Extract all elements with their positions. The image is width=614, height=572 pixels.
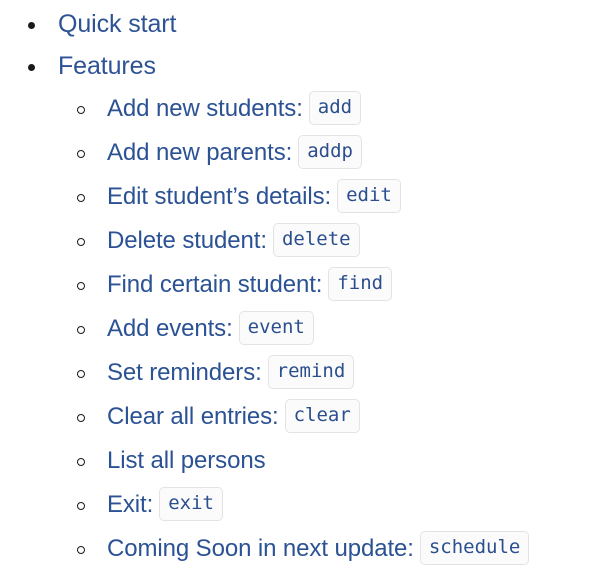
list-item: Edit student’s details: edit <box>0 175 614 219</box>
circle-bullet-icon <box>77 414 85 422</box>
list-item: Set reminders: remind <box>0 351 614 395</box>
command-code-exit: exit <box>159 487 223 521</box>
command-code-find: find <box>328 267 393 301</box>
list-item: Exit: exit <box>0 483 614 527</box>
command-code-schedule: schedule <box>419 531 530 565</box>
circle-bullet-icon <box>77 194 85 202</box>
feature-link-edit-student-details[interactable]: Edit student’s details: <box>107 183 331 210</box>
feature-link-add-new-parents[interactable]: Add new parents: <box>107 139 292 166</box>
command-code-remind: remind <box>267 355 355 389</box>
circle-bullet-icon <box>77 150 85 158</box>
features-sublist: Add new students: add Add new parents: add… <box>0 87 614 571</box>
command-code-event: event <box>238 311 314 345</box>
command-code-addp: addp <box>298 135 362 169</box>
outline-link-quick-start[interactable]: Quick start <box>58 10 176 38</box>
feature-link-clear-all-entries[interactable]: Clear all entries: <box>107 403 279 430</box>
list-item: Add new parents: addp <box>0 131 614 175</box>
circle-bullet-icon <box>77 370 85 378</box>
circle-bullet-icon <box>77 502 85 510</box>
command-code-add: add <box>308 91 362 125</box>
list-item: Add new students: add <box>0 87 614 131</box>
feature-link-find-certain-student[interactable]: Find certain student: <box>107 271 322 298</box>
circle-bullet-icon <box>77 546 85 554</box>
list-item: Features <box>0 45 614 87</box>
list-item: Delete student: delete <box>0 219 614 263</box>
feature-link-exit[interactable]: Exit: <box>107 491 153 518</box>
disc-bullet-icon <box>28 22 35 29</box>
feature-link-add-events[interactable]: Add events: <box>107 315 233 342</box>
feature-link-list-all-persons[interactable]: List all persons <box>107 447 266 474</box>
command-code-clear: clear <box>284 399 360 433</box>
sublist-container: Add new students: add Add new parents: add… <box>0 87 614 571</box>
circle-bullet-icon <box>77 326 85 334</box>
circle-bullet-icon <box>77 238 85 246</box>
outline-list: Quick start Features Add new students: ad… <box>0 3 614 572</box>
list-item: Add events: event <box>0 307 614 351</box>
feature-link-add-new-students[interactable]: Add new students: <box>107 95 303 122</box>
feature-link-set-reminders[interactable]: Set reminders: <box>107 359 262 386</box>
feature-link-coming-soon[interactable]: Coming Soon in next update: <box>107 535 414 562</box>
command-code-edit: edit <box>337 179 401 213</box>
document-body: Quick start Features Add new students: ad… <box>0 0 614 572</box>
circle-bullet-icon <box>77 458 85 466</box>
list-item: List all persons <box>0 439 614 483</box>
circle-bullet-icon <box>77 106 85 114</box>
circle-bullet-icon <box>77 282 85 290</box>
disc-bullet-icon <box>28 64 35 71</box>
list-item: Find certain student: find <box>0 263 614 307</box>
list-item: Clear all entries: clear <box>0 395 614 439</box>
outline-link-features[interactable]: Features <box>58 52 156 80</box>
feature-link-delete-student[interactable]: Delete student: <box>107 227 267 254</box>
command-code-delete: delete <box>272 223 360 257</box>
list-item: Quick start <box>0 3 614 45</box>
list-item: Coming Soon in next update: schedule <box>0 527 614 571</box>
